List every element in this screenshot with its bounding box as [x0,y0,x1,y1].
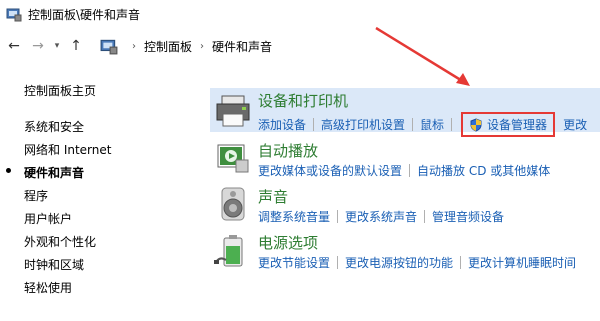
category-title[interactable]: 设备和打印机 [258,90,348,111]
window-title: 控制面板\硬件和声音 [28,7,141,22]
control-panel-icon [100,39,118,55]
category-links: 添加设备 高级打印机设置 鼠标 设备管理器 更改 [258,112,587,137]
breadcrumb-separator[interactable]: › [200,41,204,52]
breadcrumb-control-panel[interactable]: 控制面板 [144,38,192,55]
printer-icon [216,95,250,127]
change-sleep-time-link[interactable]: 更改计算机睡眠时间 [468,254,576,271]
category-links: 调整系统音量 更改系统声音 管理音频设备 [258,208,504,225]
nav-item-hardware-sound: 硬件和声音 [6,164,85,181]
address-bar: ← → ▾ ↑ › 控制面板 › 硬件和声音 [0,32,600,60]
manage-audio-devices-link[interactable]: 管理音频设备 [432,208,504,225]
autoplay-icon [217,144,249,173]
category-links: 更改媒体或设备的默认设置 自动播放 CD 或其他媒体 [258,162,550,179]
change-system-sounds-link[interactable]: 更改系统声音 [345,208,417,225]
title-bar: 控制面板\硬件和声音 [0,0,600,28]
category-power-options: 电源选项 更改节能设置 更改电源按钮的功能 更改计算机睡眠时间 [210,230,600,274]
autoplay-cd-link[interactable]: 自动播放 CD 或其他媒体 [417,162,550,179]
nav-item-programs[interactable]: 程序 [24,187,48,204]
active-bullet [6,168,11,173]
link-separator [409,164,411,177]
annotation-arrow [375,26,470,86]
advanced-printer-settings-link[interactable]: 高级打印机设置 [321,116,405,133]
device-manager-link[interactable]: 设备管理器 [487,116,547,133]
link-separator [337,210,339,223]
link-separator [451,118,453,131]
adjust-volume-link[interactable]: 调整系统音量 [258,208,330,225]
breadcrumb-hardware-sound[interactable]: 硬件和声音 [212,38,272,55]
change-power-button-link[interactable]: 更改电源按钮的功能 [345,254,453,271]
speaker-icon [221,187,245,221]
link-separator [460,256,462,269]
forward-arrow-icon[interactable]: → [26,34,50,58]
nav-item-appearance[interactable]: 外观和个性化 [24,233,96,250]
link-separator [424,210,426,223]
recent-pages-dropdown[interactable]: ▾ [50,34,64,58]
back-arrow-icon[interactable]: ← [2,34,26,58]
category-title[interactable]: 声音 [258,186,288,207]
control-panel-home-link[interactable]: 控制面板主页 [24,82,96,99]
shield-icon [470,117,482,132]
device-manager-highlight-box: 设备管理器 [461,112,556,137]
add-device-link[interactable]: 添加设备 [258,116,306,133]
link-separator [337,256,339,269]
nav-item-user-accounts[interactable]: 用户帐户 [24,210,72,227]
category-autoplay: 自动播放 更改媒体或设备的默认设置 自动播放 CD 或其他媒体 [210,138,600,182]
control-panel-icon [6,8,22,22]
up-arrow-icon[interactable]: ↑ [64,34,88,58]
nav-item-system-security[interactable]: 系统和安全 [24,118,84,135]
category-sound: 声音 调整系统音量 更改系统声音 管理音频设备 [210,184,600,228]
change-default-settings-link[interactable]: 更改媒体或设备的默认设置 [258,162,402,179]
link-separator [313,118,315,131]
nav-item-clock-region[interactable]: 时钟和区域 [24,256,84,273]
category-title[interactable]: 电源选项 [258,232,318,253]
breadcrumb-separator[interactable]: › [132,41,136,52]
mouse-link[interactable]: 鼠标 [420,116,444,133]
change-link[interactable]: 更改 [563,116,587,133]
category-links: 更改节能设置 更改电源按钮的功能 更改计算机睡眠时间 [258,254,576,271]
nav-item-label: 硬件和声音 [24,166,85,180]
nav-item-ease-of-access[interactable]: 轻松使用 [24,279,72,296]
link-separator [412,118,414,131]
battery-icon [214,235,243,267]
nav-item-network[interactable]: 网络和 Internet [24,141,111,158]
change-power-saving-link[interactable]: 更改节能设置 [258,254,330,271]
category-title[interactable]: 自动播放 [258,140,318,161]
